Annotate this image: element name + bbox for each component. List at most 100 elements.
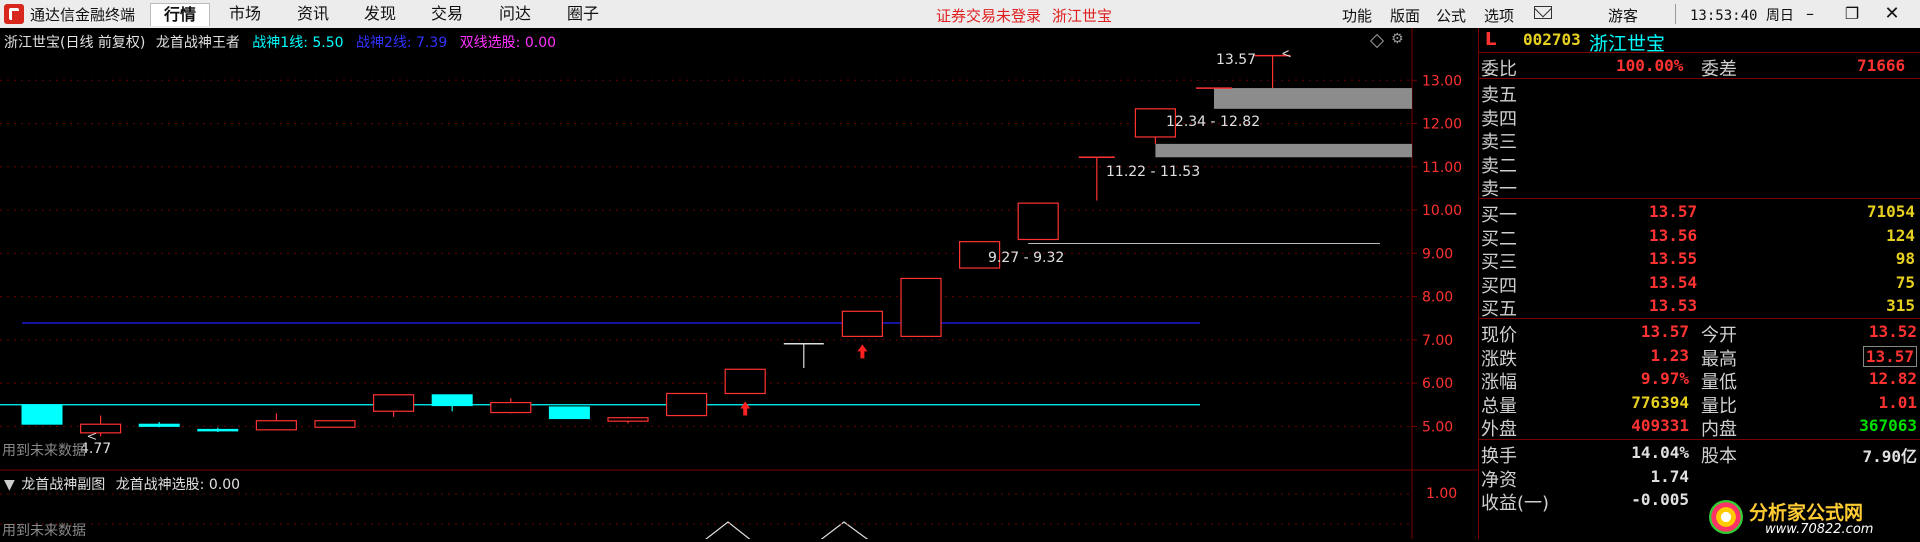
- buy-level-price: 13.56: [1649, 225, 1698, 245]
- finance-value: 14.04%: [1631, 443, 1689, 462]
- stat-value: 13.57: [1862, 345, 1917, 367]
- price-axis-label: 13.00: [1422, 73, 1462, 89]
- chart-header: 浙江世宝(日线 前复权) 龙首战神王者 战神1线: 5.50 战神2线: 7.3…: [4, 32, 556, 52]
- close-icon[interactable]: ✕: [1880, 3, 1904, 25]
- finance-label: 收益(一): [1481, 493, 1550, 514]
- stat-value: 9.97%: [1640, 369, 1689, 388]
- price-axis-label: 5.00: [1422, 419, 1453, 435]
- tab-circle[interactable]: 圈子: [558, 3, 608, 25]
- buy-level-price: 13.57: [1649, 202, 1698, 221]
- tab-ask[interactable]: 问达: [490, 3, 540, 25]
- order-diff-value: 71666: [1857, 56, 1906, 75]
- candle-body: [900, 277, 942, 337]
- minimize-icon[interactable]: –: [1798, 3, 1822, 25]
- restore-icon[interactable]: ❐: [1840, 3, 1864, 25]
- high-price-label: 13.57: [1216, 52, 1257, 68]
- candle-body: [431, 394, 473, 407]
- candle-body: [841, 310, 884, 337]
- menubar-stock-name: 浙江世宝: [1052, 7, 1113, 25]
- finance-value: 7.90亿: [1862, 447, 1917, 466]
- buy-level-volume: 75: [1895, 272, 1915, 292]
- stat-value: 776394: [1631, 392, 1689, 412]
- quote-panel: L 002703 浙江世宝 委比 100.00% 委差 71666 卖五 卖四 卖三…: [1478, 28, 1920, 539]
- watermark-text: 分析家公式网: [1749, 502, 1864, 524]
- menu-options[interactable]: 选项: [1484, 5, 1514, 26]
- stock-flag: L: [1485, 29, 1497, 50]
- separator: [1479, 439, 1920, 440]
- buy-level-row[interactable]: 买三 13.55 98: [1479, 247, 1920, 273]
- stat-label: 外盘: [1481, 419, 1517, 440]
- candle-body: [724, 368, 766, 395]
- stat-row[interactable]: 总量 776394 量比 1.01: [1479, 391, 1920, 417]
- stat-value: 13.57: [1640, 322, 1689, 341]
- candle-body: [548, 406, 590, 420]
- price-axis-label: 9.00: [1422, 246, 1453, 262]
- indicator-name[interactable]: 龙首战神王者: [156, 35, 240, 51]
- finance-value: 1.74: [1650, 466, 1689, 486]
- quote-header: L 002703 浙江世宝: [1479, 28, 1920, 55]
- stat-row[interactable]: 外盘 409331 内盘 367063: [1479, 414, 1920, 440]
- watermark: 分析家公式网 www.70822.com: [1705, 498, 1919, 542]
- menu-layout[interactable]: 版面: [1390, 5, 1420, 26]
- menu-bar: 通达信金融终端 行情 市场 资讯 发现 交易 问达 圈子 证券交易未登录 浙江世…: [0, 0, 1920, 28]
- candle-body: [21, 404, 63, 425]
- stat-value: 367063: [1859, 416, 1917, 435]
- menu-function[interactable]: 功能: [1342, 5, 1372, 26]
- stat-value: 13.52: [1868, 322, 1917, 341]
- candle-body: [314, 420, 356, 428]
- buy-level-row[interactable]: 买一 13.57 71054: [1479, 200, 1920, 226]
- gap-zone: [1155, 143, 1412, 158]
- finance-row[interactable]: 净资 1.74: [1479, 465, 1920, 491]
- tab-trade[interactable]: 交易: [422, 3, 472, 25]
- separator: [1479, 52, 1920, 53]
- finance-value: -0.005: [1631, 490, 1689, 509]
- future-data-note: 用到未来数据: [2, 443, 86, 459]
- watermark-url: www.70822.com: [1765, 522, 1874, 537]
- price-axis-label: 8.00: [1422, 290, 1453, 306]
- clock: 13:53:40 周日: [1690, 8, 1794, 24]
- gap-label-3: 9.27 - 9.32: [988, 250, 1065, 266]
- tab-market[interactable]: 市场: [220, 3, 270, 25]
- mail-icon[interactable]: [1534, 0, 1552, 19]
- buy-level-price: 13.54: [1649, 272, 1698, 292]
- candle-body: [665, 392, 708, 417]
- stat-value: 1.01: [1878, 392, 1917, 412]
- order-ratio-value: 100.00%: [1616, 56, 1684, 75]
- candle-body: [79, 423, 122, 434]
- stat-value: 409331: [1631, 416, 1689, 435]
- tab-market-quotes[interactable]: 行情: [150, 3, 210, 26]
- sell-level-row[interactable]: 卖二: [1479, 151, 1920, 177]
- sell-level-row[interactable]: 卖四: [1479, 104, 1920, 130]
- candle-body: [373, 394, 415, 412]
- price-axis-label: 12.00: [1422, 117, 1462, 133]
- subchart-collapse-icon[interactable]: ▼: [4, 477, 15, 493]
- sell-level-row[interactable]: 卖三: [1479, 127, 1920, 153]
- gear-icon[interactable]: ⚙: [1391, 31, 1404, 47]
- buy-level-row[interactable]: 买四 13.54 75: [1479, 271, 1920, 297]
- candle-body: [255, 420, 297, 431]
- sell-level-row[interactable]: 卖一: [1479, 174, 1920, 200]
- app-name: 通达信金融终端: [30, 6, 136, 24]
- menu-formula[interactable]: 公式: [1436, 5, 1466, 26]
- stat-row[interactable]: 涨幅 9.97% 量低 12.82: [1479, 367, 1920, 393]
- indicator-line2: 战神2线: 7.39: [355, 35, 448, 51]
- candle-body: [607, 417, 649, 422]
- buy-level-row[interactable]: 买五 13.53 315: [1479, 294, 1920, 320]
- finance-row[interactable]: 换手 14.04% 股本 7.90亿: [1479, 441, 1920, 467]
- tab-discover[interactable]: 发现: [355, 3, 405, 25]
- login-warning[interactable]: 证券交易未登录: [936, 5, 1041, 26]
- tab-news[interactable]: 资讯: [288, 3, 338, 25]
- stat-row[interactable]: 涨跌 1.23 最高 13.57: [1479, 344, 1920, 370]
- order-ratio-row: 委比 100.00% 委差 71666: [1479, 54, 1920, 80]
- kline-chart-area[interactable]: 13.00 12.00 11.00 10.00 9.00 8.00 7.00 6.00 5.00…: [0, 28, 1478, 539]
- sell-level-row[interactable]: 卖五: [1479, 80, 1920, 106]
- separator: [1479, 78, 1920, 79]
- subchart-title[interactable]: 龙首战神副图: [21, 477, 105, 493]
- kline-chart[interactable]: 13.00 12.00 11.00 10.00 9.00 8.00 7.00 6.00 5.00: [0, 28, 1478, 539]
- watermark-flower-icon: [1709, 500, 1743, 534]
- price-axis-label: 6.00: [1422, 376, 1453, 392]
- user-login[interactable]: 游客: [1608, 5, 1638, 26]
- stat-value: 1.23: [1650, 345, 1689, 365]
- stat-row[interactable]: 现价 13.57 今开 13.52: [1479, 320, 1920, 346]
- buy-level-row[interactable]: 买二 13.56 124: [1479, 224, 1920, 250]
